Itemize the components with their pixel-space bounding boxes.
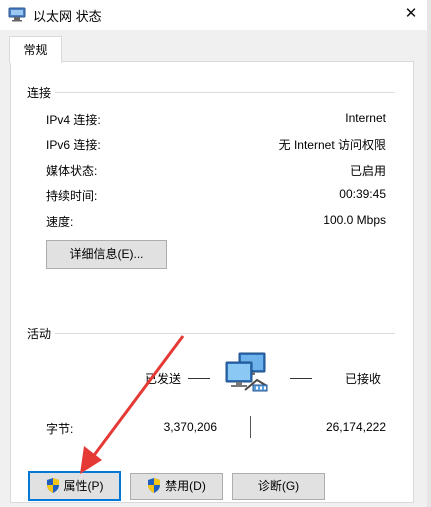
received-label: 已接收 xyxy=(345,372,382,386)
ipv4-value: Internet xyxy=(345,111,386,125)
close-button[interactable]: ✕ xyxy=(396,0,426,28)
sent-label: 已发送 xyxy=(145,372,182,386)
activity-group-divider xyxy=(55,333,395,334)
network-computers-icon xyxy=(225,352,268,392)
connection-group-label: 连接 xyxy=(27,86,52,100)
uac-shield-icon xyxy=(46,478,59,493)
window-title: 以太网 状态 xyxy=(33,9,102,24)
ipv6-value: 无 Internet 访问权限 xyxy=(278,138,386,152)
bytes-received-value: 26,174,222 xyxy=(325,420,386,434)
title-bar: 以太网 状态 ✕ xyxy=(0,0,431,30)
network-adapter-icon xyxy=(8,7,26,22)
media-state-value: 已启用 xyxy=(349,164,386,178)
media-state-label: 媒体状态: xyxy=(46,164,98,178)
ipv4-label: IPv4 连接: xyxy=(46,113,101,127)
diagnose-button[interactable]: 诊断(G) xyxy=(232,473,325,500)
activity-group-label: 活动 xyxy=(27,327,52,341)
bytes-sent-value: 3,370,206 xyxy=(163,420,217,434)
properties-button[interactable]: 属性(P) xyxy=(28,471,121,501)
bytes-divider xyxy=(250,416,251,438)
connection-group-divider xyxy=(55,92,395,93)
duration-value: 00:39:45 xyxy=(339,187,386,201)
duration-label: 持续时间: xyxy=(46,189,98,203)
properties-label: 属性(P) xyxy=(63,479,104,493)
window-edge xyxy=(427,0,431,507)
bytes-label: 字节: xyxy=(46,422,74,436)
disable-button[interactable]: 禁用(D) xyxy=(130,473,223,500)
received-dash xyxy=(290,378,312,379)
uac-shield-icon xyxy=(148,478,161,493)
ipv6-label: IPv6 连接: xyxy=(46,138,101,152)
sent-dash xyxy=(188,378,210,379)
disable-label: 禁用(D) xyxy=(165,479,206,493)
speed-label: 速度: xyxy=(46,215,74,229)
diagnose-label: 诊断(G) xyxy=(257,479,300,493)
tab-general[interactable]: 常规 xyxy=(9,36,62,63)
speed-value: 100.0 Mbps xyxy=(323,213,386,227)
details-button[interactable]: 详细信息(E)... xyxy=(46,240,167,269)
